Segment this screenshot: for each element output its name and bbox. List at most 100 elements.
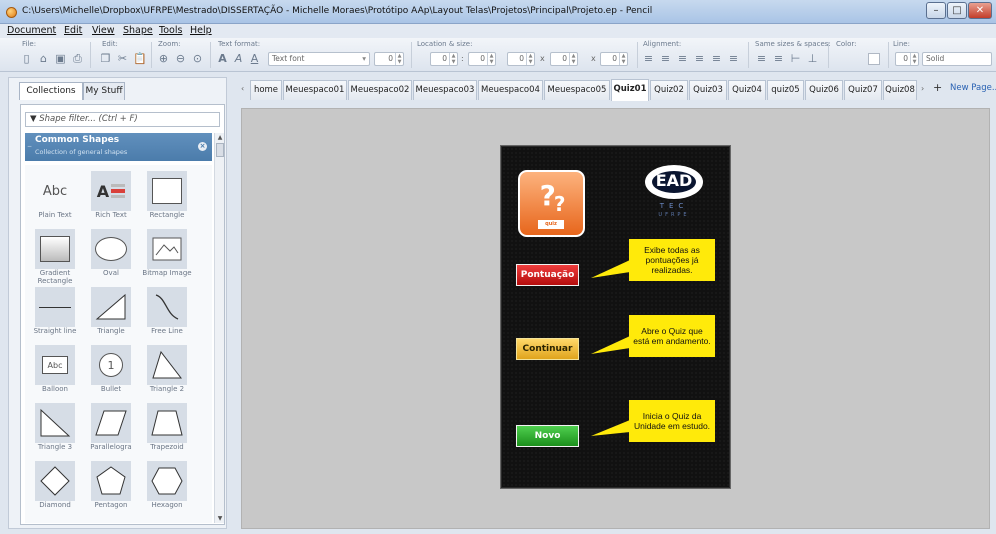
print-icon[interactable]: ⎙	[71, 53, 84, 65]
category-common-shapes[interactable]: − Common Shapes Collection of general sh…	[25, 133, 212, 161]
shape-pentagon[interactable]: Pentagon	[87, 457, 143, 515]
paste-icon[interactable]: 📋	[133, 53, 147, 65]
shape-triangle-3[interactable]: Triangle 3	[31, 399, 87, 457]
same-width-icon[interactable]: ≡	[755, 53, 768, 65]
tab-quiz08[interactable]: Quiz08	[883, 80, 917, 100]
tab-quiz05[interactable]: quiz05	[767, 80, 804, 100]
menu-edit[interactable]: Edit	[64, 25, 82, 36]
align-bottom-icon[interactable]: ≡	[727, 53, 740, 65]
height-stepper[interactable]: 0 ▲ ▼	[550, 52, 578, 66]
save-icon[interactable]: ▣	[54, 53, 67, 65]
scroll-down-icon[interactable]: ▼	[215, 514, 225, 523]
same-hspace-icon[interactable]: ⊢	[789, 53, 802, 65]
align-middle-icon[interactable]: ≡	[710, 53, 723, 65]
stepper-arrows-icon[interactable]: ▲ ▼	[619, 53, 627, 65]
line-style-select[interactable]: Solid	[922, 52, 992, 66]
menu-tools[interactable]: Tools	[159, 25, 182, 36]
same-height-icon[interactable]: ≡	[772, 53, 785, 65]
same-vspace-icon[interactable]: ⊥	[806, 53, 819, 65]
scrollbar-thumb[interactable]	[216, 143, 224, 157]
stepper-arrows-icon[interactable]: ▲ ▼	[395, 53, 403, 65]
width-stepper[interactable]: 0 ▲ ▼	[507, 52, 535, 66]
new-document-icon[interactable]: ▯	[20, 53, 33, 65]
shape-free-line[interactable]: Free Line	[143, 283, 199, 341]
tab-quiz01[interactable]: Quiz01	[611, 79, 649, 101]
shape-straight-line[interactable]: Straight line	[31, 283, 87, 341]
tab-quiz04[interactable]: Quiz04	[728, 80, 766, 100]
tab-collections[interactable]: Collections	[19, 82, 83, 100]
tab-quiz07[interactable]: Quiz07	[844, 80, 882, 100]
menu-help[interactable]: Help	[190, 25, 212, 36]
callout-novo[interactable]: Inicia o Quiz da Unidade em estudo.	[629, 400, 715, 442]
tab-my-stuff[interactable]: My Stuff	[83, 82, 125, 100]
quiz-app-icon[interactable]: ?? quiz	[518, 170, 585, 237]
align-right-icon[interactable]: ≡	[676, 53, 689, 65]
shape-bitmap-image[interactable]: Bitmap Image	[142, 225, 199, 283]
shape-triangle-2[interactable]: Triangle 2	[143, 341, 199, 399]
font-select[interactable]: Text font ▾	[268, 52, 370, 66]
shape-rectangle[interactable]: Rectangle	[143, 167, 199, 225]
tab-meuespaco01[interactable]: Meuespaco01	[283, 80, 347, 100]
align-left-icon[interactable]: ≡	[642, 53, 655, 65]
tab-quiz06[interactable]: Quiz06	[805, 80, 843, 100]
shapes-scrollbar[interactable]: ▲ ▼	[214, 133, 224, 523]
shape-filter-input[interactable]: ▼ Shape filter... (Ctrl + F)	[25, 112, 220, 127]
menu-shape[interactable]: Shape	[123, 25, 153, 36]
tab-quiz02[interactable]: Quiz02	[650, 80, 688, 100]
shape-bullet[interactable]: 1 Bullet	[87, 341, 143, 399]
callout-continuar[interactable]: Abre o Quiz que está em andamento.	[629, 315, 715, 357]
continuar-button[interactable]: Continuar	[516, 338, 579, 360]
copy-icon[interactable]: ❐	[99, 53, 112, 65]
tab-quiz03[interactable]: Quiz03	[689, 80, 727, 100]
shape-rich-text[interactable]: A Rich Text	[87, 167, 143, 225]
shape-trapezoid[interactable]: Trapezoid	[143, 399, 199, 457]
menu-view[interactable]: View	[92, 25, 115, 36]
shape-oval[interactable]: Oval	[87, 225, 143, 283]
shape-diamond[interactable]: Diamond	[31, 457, 87, 515]
new-page-button[interactable]: New Page...	[950, 83, 996, 93]
shape-parallelogram[interactable]: Parallelogra	[87, 399, 143, 457]
tab-meuespaco04[interactable]: Meuespaco04	[478, 80, 543, 100]
tab-meuespaco03[interactable]: Meuespaco03	[413, 80, 477, 100]
open-icon[interactable]: ⌂	[37, 53, 50, 65]
italic-icon[interactable]: A	[232, 53, 245, 65]
callout-pontuacao[interactable]: Exibe todas as pontuações já realizadas.	[629, 239, 715, 281]
stepper-arrows-icon[interactable]: ▲ ▼	[569, 53, 577, 65]
maximize-button[interactable]: □	[947, 2, 967, 19]
align-top-icon[interactable]: ≡	[693, 53, 706, 65]
bold-icon[interactable]: A	[216, 53, 229, 65]
zoom-out-icon[interactable]: ⊖	[174, 53, 187, 65]
zoom-fit-icon[interactable]: ⊙	[191, 53, 204, 65]
y-position-stepper[interactable]: 0 ▲ ▼	[468, 52, 496, 66]
align-center-icon[interactable]: ≡	[659, 53, 672, 65]
color-swatch[interactable]	[868, 53, 880, 65]
angle-stepper[interactable]: 0 ▲ ▼	[600, 52, 628, 66]
stepper-arrows-icon[interactable]: ▲ ▼	[910, 53, 918, 65]
font-size-stepper[interactable]: 0 ▲ ▼	[374, 52, 404, 66]
shape-balloon[interactable]: Abc Balloon	[31, 341, 87, 399]
tab-meuespaco05[interactable]: Meuespaco05	[544, 80, 610, 100]
zoom-in-icon[interactable]: ⊕	[157, 53, 170, 65]
stepper-arrows-icon[interactable]: ▲ ▼	[487, 53, 495, 65]
menu-document[interactable]: Document	[7, 25, 56, 36]
underline-icon[interactable]: A	[248, 53, 261, 65]
minimize-button[interactable]: –	[926, 2, 946, 19]
x-position-stepper[interactable]: 0 ▲ ▼	[430, 52, 458, 66]
shape-hexagon[interactable]: Hexagon	[143, 457, 199, 515]
shape-triangle[interactable]: Triangle	[87, 283, 143, 341]
novo-button[interactable]: Novo	[516, 425, 579, 447]
tab-meuespaco02[interactable]: Meuespaco02	[348, 80, 412, 100]
close-button[interactable]: ✕	[968, 2, 992, 19]
scroll-up-icon[interactable]: ▲	[215, 133, 225, 142]
pontuacao-button[interactable]: Pontuação	[516, 264, 579, 286]
stepper-arrows-icon[interactable]: ▲ ▼	[526, 53, 534, 65]
collapse-icon[interactable]: −	[27, 143, 32, 150]
cut-icon[interactable]: ✂	[116, 53, 129, 65]
shape-plain-text[interactable]: Abc Plain Text	[31, 167, 87, 225]
tabs-scroll-left-icon[interactable]: ‹	[241, 84, 244, 93]
shape-gradient-rectangle[interactable]: Gradient Rectangle	[31, 225, 87, 285]
plus-icon[interactable]: +	[933, 81, 942, 94]
tabs-scroll-right-icon[interactable]: ›	[921, 84, 924, 93]
stepper-arrows-icon[interactable]: ▲ ▼	[449, 53, 457, 65]
line-width-stepper[interactable]: 0 ▲ ▼	[895, 52, 919, 66]
